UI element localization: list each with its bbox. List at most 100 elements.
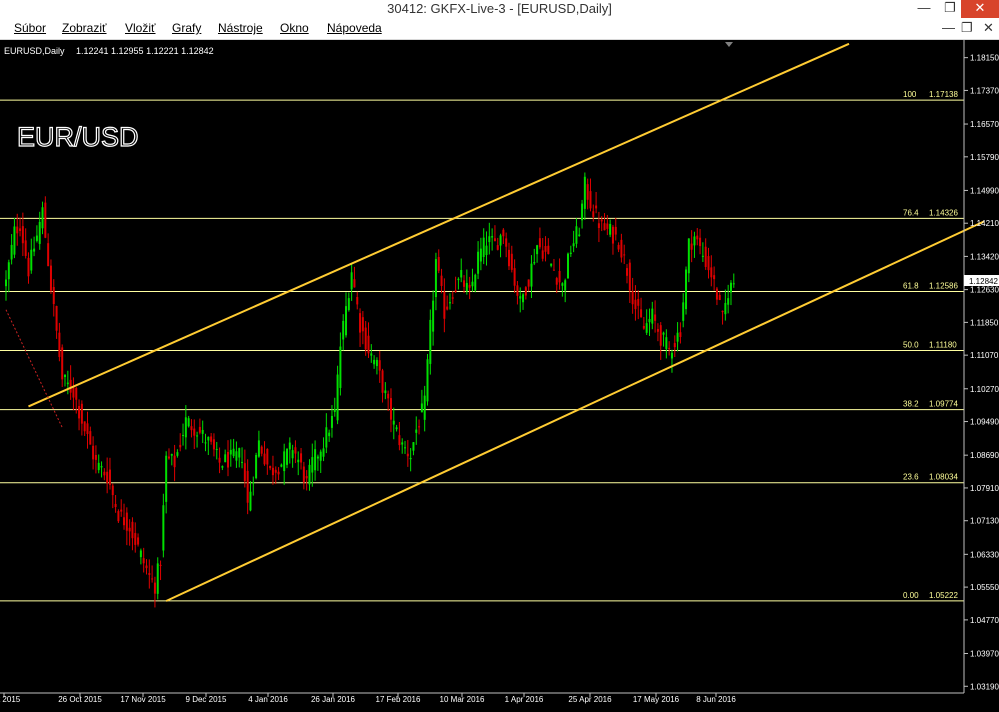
candle-body — [108, 469, 111, 485]
candle-body — [241, 461, 244, 463]
candle-body — [634, 299, 637, 310]
candle-body — [479, 248, 482, 262]
candle-body — [499, 235, 502, 246]
candle-body — [420, 403, 423, 413]
x-tick-label: 17 May 2016 — [633, 695, 680, 704]
y-tick-label: 1.13420 — [970, 252, 999, 261]
menu-insert[interactable]: Vložiť — [125, 20, 156, 36]
candle-body — [316, 456, 319, 459]
candle-body — [581, 203, 584, 221]
candle-body — [682, 302, 685, 321]
candle-body — [409, 457, 412, 460]
candle-body — [80, 403, 83, 424]
chart-close-button[interactable]: ✕ — [983, 20, 994, 36]
close-button[interactable]: ✕ — [961, 0, 999, 18]
candle-body — [617, 244, 620, 250]
chart-minimize-button[interactable]: — — [942, 20, 955, 36]
candle-body — [589, 191, 592, 209]
menu-file[interactable]: Súbor — [14, 20, 46, 36]
candle-body — [676, 332, 679, 342]
candle-body — [538, 238, 541, 248]
price-chart[interactable]: 100 1.17138 76.4 1.14326 61.8 1.12586 50.0 1.11… — [0, 40, 999, 712]
candle-body — [465, 283, 468, 292]
candle-body — [291, 450, 294, 459]
fib-level-label: 38.2 — [903, 400, 919, 409]
candle-body — [322, 448, 325, 457]
chart-symbol-label: EURUSD,Daily — [4, 46, 65, 56]
candle-body — [260, 446, 263, 454]
fib-value-label: 1.14326 — [929, 208, 958, 217]
candle-body — [670, 352, 673, 359]
candle-body — [27, 257, 30, 277]
candle-body — [502, 229, 505, 237]
candle-body — [44, 202, 47, 238]
candle-body — [550, 263, 553, 266]
candle-body — [645, 323, 648, 333]
candle-body — [5, 279, 7, 287]
candle-body — [69, 379, 72, 393]
candle-body — [614, 226, 617, 235]
candle-body — [38, 221, 41, 244]
candle-body — [530, 263, 533, 287]
candle-body — [198, 426, 201, 433]
candle-body — [440, 275, 443, 286]
candle-body — [423, 395, 426, 420]
candle-body — [182, 434, 185, 436]
menu-view[interactable]: Zobraziť — [62, 20, 107, 36]
candle-body — [114, 503, 117, 508]
candle-body — [319, 451, 322, 461]
candle-body — [620, 239, 623, 258]
candle-body — [137, 537, 140, 545]
maximize-button[interactable]: ❐ — [938, 0, 962, 18]
menu-charts[interactable]: Grafy — [172, 20, 201, 36]
candle-body — [432, 300, 435, 332]
candle-body — [151, 578, 154, 580]
candle-body — [353, 279, 356, 288]
candle-body — [41, 207, 44, 229]
candle-body — [232, 448, 235, 457]
candle-body — [389, 398, 392, 420]
candle-body — [224, 454, 227, 463]
candle-body — [693, 236, 696, 246]
fib-value-label: 1.17138 — [929, 90, 958, 99]
candle-body — [611, 226, 614, 244]
candle-body — [55, 306, 58, 331]
candle-body — [218, 457, 221, 463]
candle-body — [662, 332, 665, 335]
candle-body — [651, 308, 654, 324]
candle-body — [696, 235, 699, 240]
candle-body — [429, 319, 432, 364]
chart-restore-button[interactable]: ❐ — [961, 20, 973, 36]
candle-body — [86, 423, 89, 434]
candle-body — [572, 243, 575, 247]
x-tick-label: 26 Oct 2015 — [58, 695, 102, 704]
candle-body — [342, 320, 345, 340]
candle-body — [308, 464, 311, 485]
candle-body — [134, 533, 137, 545]
menu-window[interactable]: Okno — [280, 20, 309, 36]
x-tick-label: 10 Mar 2016 — [440, 695, 485, 704]
candle-body — [94, 454, 97, 460]
candle-body — [153, 582, 156, 594]
y-tick-label: 1.15790 — [970, 153, 999, 162]
y-tick-label: 1.07130 — [970, 517, 999, 526]
y-tick-label: 1.10270 — [970, 385, 999, 394]
candle-body — [328, 432, 331, 437]
minimize-button[interactable]: — — [912, 0, 936, 18]
candle-body — [274, 469, 277, 473]
candle-body — [167, 456, 170, 459]
candle-body — [106, 471, 109, 483]
menu-tools[interactable]: Nástroje — [218, 20, 263, 36]
candle-body — [544, 246, 547, 252]
menu-help[interactable]: Nápoveda — [327, 20, 382, 36]
title-bar: 30412: GKFX-Live-3 - [EURUSD,Daily] — ❐ … — [0, 0, 999, 18]
candle-body — [600, 219, 603, 222]
candle-body — [564, 280, 567, 291]
candle-body — [606, 223, 609, 229]
fib-value-label: 1.11180 — [929, 341, 957, 350]
candle-body — [477, 251, 480, 274]
candle-body — [401, 442, 404, 445]
candle-body — [493, 238, 496, 242]
candle-body — [238, 448, 241, 458]
candle-body — [626, 268, 629, 276]
